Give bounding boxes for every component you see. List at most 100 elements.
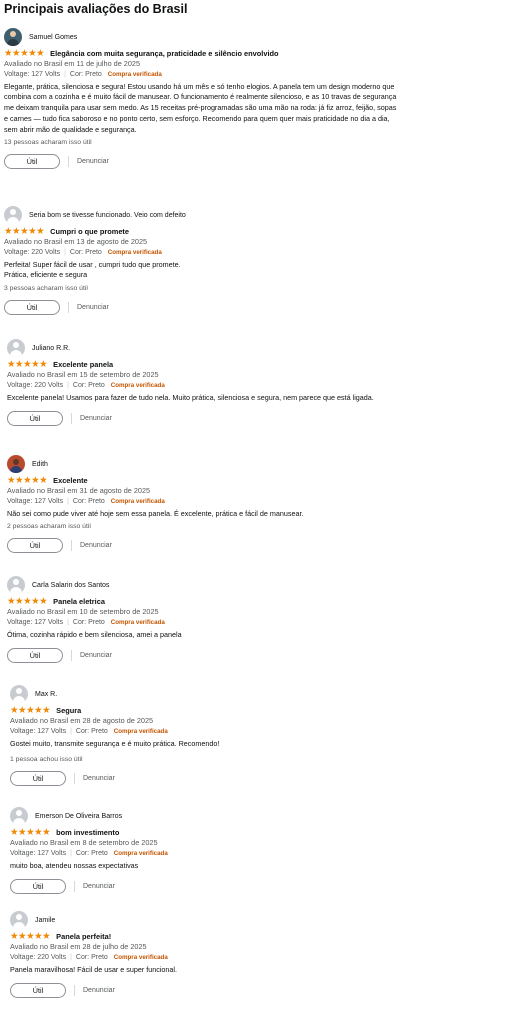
review-card: Carla Salarin dos Santos ★ ★ ★ ★ ★ Panela el…	[7, 576, 405, 664]
review-text: Excelente panela! Usamos para fazer de t…	[7, 392, 374, 402]
voltage-label: Voltage:	[7, 618, 33, 626]
review-author: Samuel Gomes	[29, 33, 78, 41]
report-link[interactable]: Denunciar	[80, 415, 112, 422]
star-icon: ★	[36, 225, 45, 237]
color-label: Cor:	[75, 727, 90, 735]
star-icon: ★	[18, 930, 27, 942]
helpful-button[interactable]: Útil	[10, 983, 66, 999]
helpful-button[interactable]: Útil	[4, 154, 60, 170]
star-icon: ★	[10, 826, 19, 838]
review-title[interactable]: Elegância com muita segurança, praticida…	[50, 49, 278, 58]
voltage-value: 220 Volts	[31, 248, 61, 256]
helpful-button[interactable]: Útil	[10, 879, 66, 895]
review-title[interactable]: Panela eletrica	[53, 597, 105, 606]
review-title[interactable]: Cumpri o que promete	[50, 227, 129, 236]
report-link[interactable]: Denunciar	[83, 775, 115, 782]
review-author: Carla Salarin dos Santos	[32, 581, 110, 589]
color-value: Preto	[88, 618, 105, 626]
star-icon: ★	[15, 595, 24, 607]
star-icon: ★	[39, 474, 48, 486]
verified-purchase-badge: Compra verificada	[113, 849, 168, 857]
helpful-button[interactable]: Útil	[7, 538, 63, 554]
helpful-count: 13 pessoas acharam isso útil	[4, 139, 92, 147]
voltage-label: Voltage:	[10, 953, 36, 961]
report-link[interactable]: Denunciar	[77, 158, 109, 165]
star-icon: ★	[31, 474, 40, 486]
star-icon: ★	[34, 930, 43, 942]
review-title-row[interactable]: ★ ★ ★ ★ ★ bom investimento	[10, 827, 408, 838]
avatar	[4, 28, 22, 46]
review-author: Max R.	[35, 690, 58, 698]
review-date: Avaliado no Brasil em 10 de setembro de …	[7, 607, 159, 616]
review-title[interactable]: Panela perfeita!	[56, 932, 111, 941]
helpful-button[interactable]: Útil	[4, 300, 60, 316]
star-icon: ★	[12, 47, 21, 59]
review-title-row[interactable]: ★ ★ ★ ★ ★ Panela eletrica	[7, 596, 405, 607]
review-title-row[interactable]: ★ ★ ★ ★ ★ Excelente	[7, 475, 405, 486]
divider	[74, 985, 75, 997]
review-actions: Útil Denunciar	[7, 410, 405, 427]
review-title[interactable]: Excelente	[53, 476, 88, 485]
helpful-count: 3 pessoas acharam isso útil	[4, 285, 88, 293]
helpful-count: 1 pessoa achou isso útil	[10, 756, 83, 764]
voltage-label: Voltage:	[4, 70, 30, 78]
avatar	[10, 685, 28, 703]
review-attributes: Voltage: 220 Volts | Cor: Preto Compra ver…	[4, 248, 162, 256]
voltage-value: 127 Volts	[31, 70, 61, 78]
review-title-row[interactable]: ★ ★ ★ ★ ★ Segura	[10, 705, 408, 716]
review-title-row[interactable]: ★ ★ ★ ★ ★ Elegância com muita segurança, pra…	[4, 48, 400, 59]
avatar	[4, 206, 22, 224]
star-rating: ★ ★ ★ ★ ★	[4, 225, 45, 237]
star-icon: ★	[42, 704, 51, 716]
review-text: Gostei muito, transmite segurança e é mu…	[10, 738, 220, 748]
review-attributes: Voltage: 127 Volts | Cor: Preto Compra ver…	[7, 618, 165, 626]
color-label: Cor:	[69, 70, 84, 78]
star-rating: ★ ★ ★ ★ ★	[7, 358, 48, 370]
report-link[interactable]: Denunciar	[77, 304, 109, 311]
review-title-row[interactable]: ★ ★ ★ ★ ★ Excelente panela	[7, 359, 405, 370]
avatar	[7, 339, 25, 357]
review-date: Avaliado no Brasil em 28 de agosto de 20…	[10, 716, 154, 725]
avatar	[10, 911, 28, 929]
report-link[interactable]: Denunciar	[80, 542, 112, 549]
star-icon: ★	[23, 474, 32, 486]
review-title-row[interactable]: ★ ★ ★ ★ ★ Panela perfeita!	[10, 931, 408, 942]
review-actions: Útil Denunciar	[10, 878, 408, 895]
helpful-button[interactable]: Útil	[10, 771, 66, 787]
divider	[68, 302, 69, 314]
voltage-value: 127 Volts	[34, 618, 64, 626]
review-title[interactable]: bom investimento	[56, 828, 119, 837]
report-link[interactable]: Denunciar	[83, 883, 115, 890]
star-rating: ★ ★ ★ ★ ★	[10, 826, 51, 838]
review-attributes: Voltage: 127 Volts | Cor: Preto Compra ver…	[10, 849, 168, 857]
voltage-value: 127 Volts	[37, 727, 67, 735]
review-author-row: Carla Salarin dos Santos	[7, 576, 405, 594]
star-icon: ★	[23, 595, 32, 607]
page-title: Principais avaliações do Brasil	[4, 2, 188, 16]
review-title[interactable]: Segura	[56, 706, 81, 715]
review-actions: Útil Denunciar	[4, 299, 402, 316]
review-title[interactable]: Excelente panela	[53, 360, 113, 369]
helpful-button[interactable]: Útil	[7, 411, 63, 427]
review-card: Edith ★ ★ ★ ★ ★ Excelente Avaliado no Brasil…	[7, 455, 405, 554]
star-icon: ★	[34, 826, 43, 838]
review-author-row: Samuel Gomes	[4, 28, 400, 46]
star-icon: ★	[26, 826, 35, 838]
color-value: Preto	[91, 727, 108, 735]
review-date: Avaliado no Brasil em 11 de julho de 202…	[4, 59, 141, 68]
report-link[interactable]: Denunciar	[83, 987, 115, 994]
review-author-row: Juliano R.R.	[7, 339, 405, 357]
review-attributes: Voltage: 220 Volts | Cor: Preto Compra ver…	[10, 953, 168, 961]
voltage-label: Voltage:	[4, 248, 30, 256]
helpful-button[interactable]: Útil	[7, 648, 63, 664]
review-date: Avaliado no Brasil em 13 de agosto de 20…	[4, 237, 148, 246]
star-icon: ★	[7, 358, 16, 370]
report-link[interactable]: Denunciar	[80, 652, 112, 659]
reviews-page: Principais avaliações do Brasil Samuel G…	[0, 0, 532, 1024]
verified-purchase-badge: Compra verificada	[107, 70, 162, 78]
review-title-row[interactable]: ★ ★ ★ ★ ★ Cumpri o que promete	[4, 226, 402, 237]
helpful-count: 2 pessoas acharam isso útil	[7, 523, 91, 531]
color-label: Cor:	[69, 248, 84, 256]
review-author-row: Jamile	[10, 911, 408, 929]
star-icon: ★	[26, 930, 35, 942]
